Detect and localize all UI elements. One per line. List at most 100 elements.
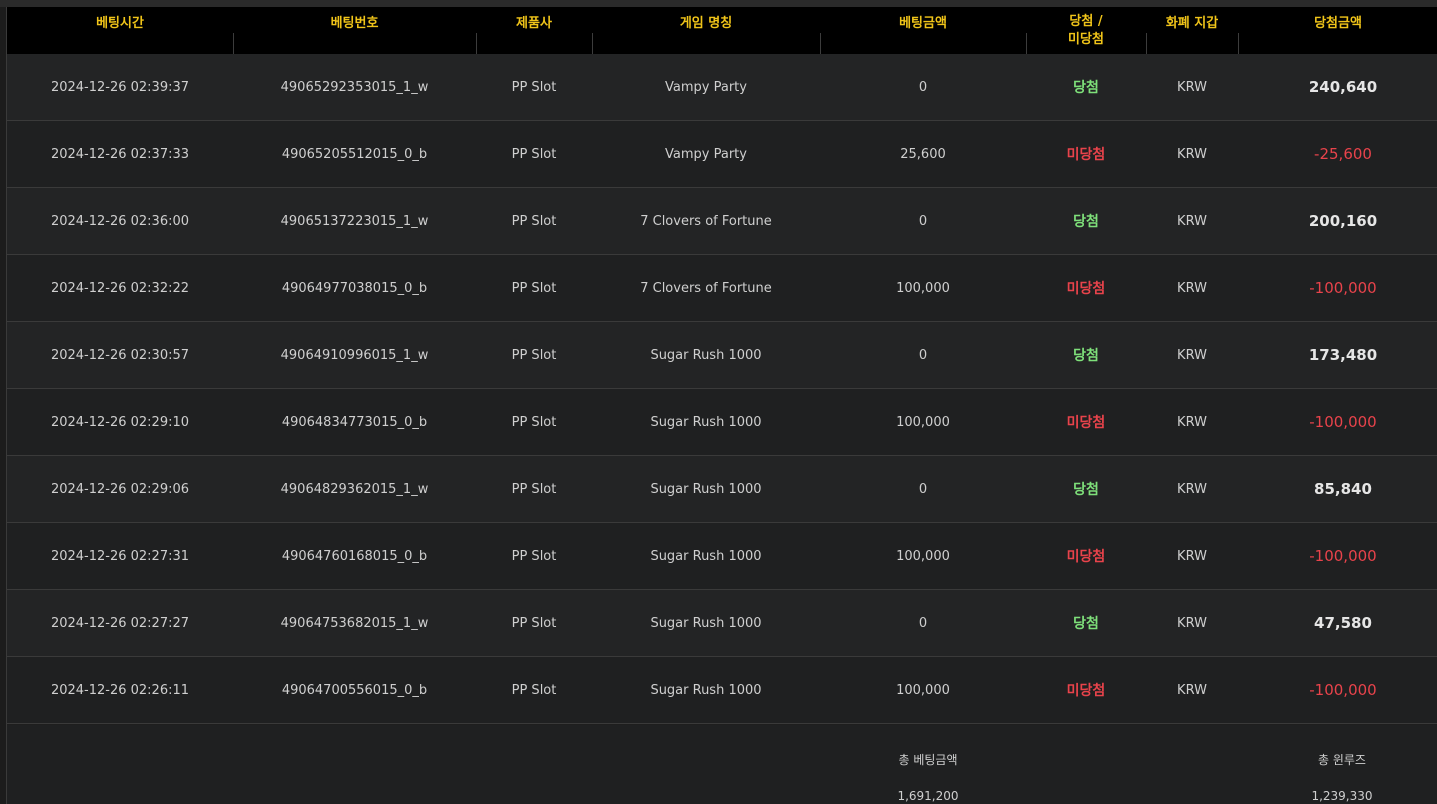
cell-currency: KRW: [1177, 213, 1207, 229]
cell-bet-amount: 100,000: [896, 414, 950, 430]
cell-bet-amount: 100,000: [896, 548, 950, 564]
col-header-currency[interactable]: 화폐 지갑: [1146, 7, 1238, 54]
cell-result: 당첨: [1073, 80, 1099, 96]
cell-win-amount: 85,840: [1314, 480, 1372, 498]
cell-currency: KRW: [1177, 615, 1207, 631]
cell-provider: PP Slot: [511, 79, 557, 95]
cell-currency: KRW: [1177, 146, 1207, 162]
cell-game-name: Sugar Rush 1000: [650, 548, 762, 564]
table-row[interactable]: 2024-12-26 02:32:22 49064977038015_0_b PP …: [7, 255, 1437, 322]
col-header-result-line2: 미당첨: [1068, 31, 1104, 47]
cell-currency: KRW: [1177, 414, 1207, 430]
cell-provider: PP Slot: [511, 146, 557, 162]
cell-bet-amount: 0: [918, 79, 928, 95]
cell-bet-number: 49064977038015_0_b: [281, 280, 428, 296]
cell-bet-time: 2024-12-26 02:29:10: [50, 414, 190, 430]
cell-bet-number: 49064753682015_1_w: [280, 615, 429, 631]
cell-game-name: 7 Clovers of Fortune: [640, 213, 772, 229]
cell-result: 당첨: [1073, 482, 1099, 498]
table-row[interactable]: 2024-12-26 02:27:31 49064760168015_0_b PP …: [7, 523, 1437, 590]
cell-win-amount: 240,640: [1308, 78, 1378, 96]
cell-bet-time: 2024-12-26 02:29:06: [50, 481, 190, 497]
cell-game-name: Sugar Rush 1000: [650, 682, 762, 698]
cell-win-amount: -25,600: [1314, 145, 1372, 163]
cell-bet-amount: 0: [918, 213, 928, 229]
cell-result: 미당첨: [1066, 281, 1106, 297]
col-header-time[interactable]: 베팅시간: [7, 7, 233, 54]
col-header-result-line1: 당첨 /: [1069, 13, 1103, 29]
col-header-currency-label: 화폐 지갑: [1165, 16, 1219, 31]
cell-bet-time: 2024-12-26 02:39:37: [50, 79, 190, 95]
col-header-bet-amount[interactable]: 베팅금액: [820, 7, 1026, 54]
cell-bet-amount: 0: [918, 347, 928, 363]
cell-game-name: Sugar Rush 1000: [650, 615, 762, 631]
col-header-result[interactable]: 당첨 / 미당첨: [1026, 7, 1146, 54]
cell-bet-amount: 100,000: [896, 280, 950, 296]
cell-result: 미당첨: [1066, 147, 1106, 163]
cell-bet-amount: 0: [918, 615, 928, 631]
cell-result: 당첨: [1073, 214, 1099, 230]
table-row[interactable]: 2024-12-26 02:30:57 49064910996015_1_w PP …: [7, 322, 1437, 389]
total-winloss-label: 총 윈루즈: [1318, 753, 1366, 767]
cell-win-amount: -100,000: [1309, 681, 1377, 699]
cell-game-name: Sugar Rush 1000: [650, 481, 762, 497]
cell-game-name: Sugar Rush 1000: [650, 414, 762, 430]
table-row[interactable]: 2024-12-26 02:27:27 49064753682015_1_w PP …: [7, 590, 1437, 657]
cell-game-name: Sugar Rush 1000: [650, 347, 762, 363]
cell-win-amount: -100,000: [1309, 279, 1377, 297]
total-winloss-value: 1,239,330: [1311, 789, 1373, 803]
col-header-provider-label: 제품사: [516, 16, 552, 31]
cell-provider: PP Slot: [511, 280, 557, 296]
table-row[interactable]: 2024-12-26 02:29:06 49064829362015_1_w PP …: [7, 456, 1437, 523]
col-header-bet-no[interactable]: 베팅번호: [233, 7, 476, 54]
cell-provider: PP Slot: [511, 213, 557, 229]
cell-bet-amount: 0: [918, 481, 928, 497]
cell-bet-time: 2024-12-26 02:32:22: [50, 280, 190, 296]
col-header-game[interactable]: 게임 명칭: [592, 7, 820, 54]
cell-provider: PP Slot: [511, 414, 557, 430]
cell-bet-time: 2024-12-26 02:37:33: [50, 146, 190, 162]
col-header-win-amount-label: 당첨금액: [1314, 16, 1362, 31]
table-row[interactable]: 2024-12-26 02:37:33 49065205512015_0_b PP …: [7, 121, 1437, 188]
cell-currency: KRW: [1177, 548, 1207, 564]
cell-win-amount: 200,160: [1308, 212, 1378, 230]
cell-bet-number: 49064910996015_1_w: [280, 347, 429, 363]
cell-provider: PP Slot: [511, 615, 557, 631]
cell-result: 미당첨: [1066, 683, 1106, 699]
col-header-win-amount[interactable]: 당첨금액: [1238, 7, 1437, 54]
cell-bet-time: 2024-12-26 02:27:31: [50, 548, 190, 564]
cell-currency: KRW: [1177, 347, 1207, 363]
cell-win-amount: -100,000: [1309, 413, 1377, 431]
cell-currency: KRW: [1177, 280, 1207, 296]
cell-result: 미당첨: [1066, 549, 1106, 565]
cell-bet-time: 2024-12-26 02:30:57: [50, 347, 190, 363]
cell-provider: PP Slot: [511, 548, 557, 564]
cell-bet-number: 49064760168015_0_b: [281, 548, 428, 564]
betting-history-table: 베팅시간 베팅번호 제품사 게임 명칭 베팅금액 당첨 / 미당첨 화폐 지갑 …: [6, 7, 1437, 804]
table-header: 베팅시간 베팅번호 제품사 게임 명칭 베팅금액 당첨 / 미당첨 화폐 지갑 …: [7, 7, 1437, 55]
col-header-time-label: 베팅시간: [96, 16, 144, 31]
cell-bet-amount: 25,600: [900, 146, 946, 162]
cell-win-amount: 173,480: [1308, 346, 1378, 364]
table-row[interactable]: 2024-12-26 02:39:37 49065292353015_1_w PP …: [7, 54, 1437, 121]
col-header-bet-amount-label: 베팅금액: [899, 16, 947, 31]
cell-game-name: 7 Clovers of Fortune: [640, 280, 772, 296]
cell-provider: PP Slot: [511, 347, 557, 363]
cell-game-name: Vampy Party: [665, 79, 747, 95]
cell-win-amount: 47,580: [1314, 614, 1372, 632]
total-bet-label: 총 베팅금액: [898, 753, 958, 767]
cell-bet-time: 2024-12-26 02:36:00: [50, 213, 190, 229]
col-header-provider[interactable]: 제품사: [476, 7, 592, 54]
top-bar: [0, 0, 1437, 7]
col-header-bet-no-label: 베팅번호: [330, 16, 379, 31]
cell-result: 당첨: [1073, 348, 1099, 364]
table-row[interactable]: 2024-12-26 02:26:11 49064700556015_0_b PP …: [7, 657, 1437, 724]
cell-provider: PP Slot: [511, 682, 557, 698]
cell-bet-number: 49065292353015_1_w: [280, 79, 429, 95]
table-row[interactable]: 2024-12-26 02:36:00 49065137223015_1_w PP …: [7, 188, 1437, 255]
cell-result: 당첨: [1073, 616, 1099, 632]
cell-bet-number: 49065137223015_1_w: [280, 213, 429, 229]
table-row[interactable]: 2024-12-26 02:29:10 49064834773015_0_b PP …: [7, 389, 1437, 456]
cell-win-amount: -100,000: [1309, 547, 1377, 565]
cell-bet-amount: 100,000: [896, 682, 950, 698]
